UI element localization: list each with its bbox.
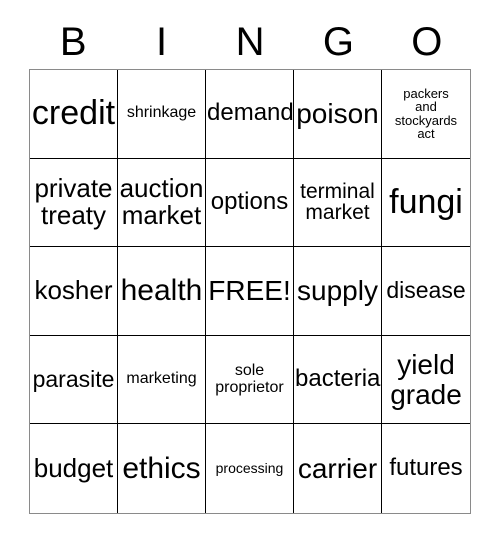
bingo-cell[interactable]: futures [382, 424, 470, 513]
bingo-cell-label: carrier [297, 453, 378, 485]
bingo-cell[interactable]: poison [294, 70, 382, 159]
bingo-cell[interactable]: credit [30, 70, 118, 159]
bingo-cell[interactable]: bacteria [294, 335, 382, 425]
header-letter-i: I [156, 20, 168, 64]
bingo-cell-label: auction market [119, 173, 204, 231]
bingo-cell[interactable]: shrinkage [118, 70, 206, 159]
bingo-cell-label: processing [215, 460, 284, 477]
bingo-cell[interactable]: processing [206, 424, 294, 513]
bingo-header-row: B I N G O [29, 17, 471, 67]
bingo-cell[interactable]: packers and stockyards act [382, 70, 470, 159]
header-letter-o: O [411, 20, 443, 64]
bingo-cell[interactable]: carrier [294, 424, 382, 513]
bingo-cell-label: parasite [32, 365, 115, 392]
bingo-cell[interactable]: demand [206, 70, 294, 159]
bingo-cell-label: bacteria [295, 365, 381, 393]
bingo-cell[interactable]: fungi [382, 159, 470, 248]
bingo-cell[interactable]: sole proprietor [206, 335, 294, 425]
bingo-cell-label: marketing [126, 370, 197, 388]
bingo-cell-label: disease [386, 277, 466, 304]
bingo-cell[interactable]: terminal market [294, 158, 382, 248]
bingo-cell[interactable]: auction market [118, 158, 206, 248]
bingo-cell-label: budget [33, 453, 114, 484]
bingo-cell[interactable]: parasite [30, 335, 118, 425]
bingo-cell-label: options [210, 187, 289, 215]
bingo-cell-label: private treaty [34, 173, 113, 231]
bingo-cell-label: yield grade [390, 349, 462, 410]
bingo-cell-label: credit [31, 94, 116, 133]
bingo-cell[interactable]: health [118, 247, 206, 336]
bingo-cell[interactable]: disease [382, 247, 470, 336]
bingo-cell[interactable]: private treaty [30, 158, 118, 248]
bingo-cell-label: health [120, 274, 203, 308]
bingo-cell[interactable]: budget [30, 424, 118, 513]
bingo-cell-label: supply [297, 275, 378, 307]
bingo-cell-label: terminal market [300, 179, 375, 225]
bingo-cell-label: packers and stockyards act [394, 85, 458, 142]
bingo-cell-label: shrinkage [126, 104, 197, 122]
bingo-cell-label: fungi [389, 182, 463, 221]
bingo-cell[interactable]: options [206, 158, 294, 248]
bingo-cell[interactable]: marketing [118, 335, 206, 425]
bingo-cell-label: sole proprietor [215, 361, 284, 396]
bingo-cell[interactable]: kosher [30, 247, 118, 336]
bingo-cell-label: kosher [34, 275, 113, 306]
bingo-cell-label: ethics [122, 452, 201, 486]
bingo-cell[interactable]: supply [294, 247, 382, 336]
bingo-cell-free[interactable]: FREE! [206, 247, 294, 336]
header-letter-g: G [322, 20, 354, 64]
bingo-grid: credit shrinkage demand poison packers a… [29, 69, 471, 514]
bingo-card: B I N G O credit shrinkage demand poison… [0, 0, 500, 544]
header-letter-n: N [235, 20, 265, 64]
header-letter-b: B [59, 20, 87, 64]
bingo-cell-label: FREE! [208, 275, 291, 307]
bingo-cell-label: futures [389, 454, 463, 482]
bingo-cell[interactable]: ethics [118, 424, 206, 513]
bingo-cell-label: poison [296, 98, 379, 130]
bingo-cell[interactable]: yield grade [382, 336, 470, 425]
bingo-cell-label: demand [207, 99, 294, 127]
